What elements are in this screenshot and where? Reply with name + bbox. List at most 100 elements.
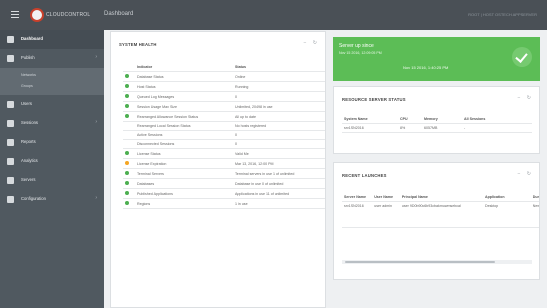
table-row: Disconnected Sessions 0 [123,139,325,149]
indicator-cell: Disconnected Sessions [135,139,233,149]
table-row: Published Applications Applications in us… [123,188,325,199]
recent-launches-panel: RECENT LAUNCHES − ↻ Server Name User Nam… [333,162,540,280]
status-cell: Terminal servers in use 1 of unlimited [233,168,325,179]
table-row: Session Usage Max Size Unlimited, 20498 i… [123,101,325,112]
table-row[interactable]: srv1SN2016 8% 6057MB - [342,123,532,133]
indicator-cell: Host Status [135,81,233,92]
publish-submenu: Networks Groups [0,68,104,95]
horizontal-scrollbar[interactable] [342,260,532,264]
table-body: Database Status Online Host Status Running Q… [123,71,325,209]
sidebar-item-reports[interactable]: Reports [0,133,104,152]
table-row: Regions 1 in use [123,198,325,209]
publish-icon [7,55,14,62]
collapse-icon[interactable]: − [303,40,306,46]
indicator-cell: Database Status [135,71,233,82]
status-cell: Applications in use 11 of unlimited [233,188,325,199]
table-row[interactable]: srv1SN2016 user admin user 9D0b90c6b93cb… [342,201,539,228]
brand-name: CLOUDCONTROL [46,12,91,18]
table-row: Queued Log Messages 0 [123,91,325,102]
column-header: Memory [422,115,462,124]
column-header: User Name [372,193,400,202]
indicator-cell: Regions [135,198,233,209]
status-dot [125,151,129,155]
refresh-icon[interactable]: ↻ [527,95,531,101]
status-dot [125,171,129,175]
top-bar: CLOUDCONTROL Dashboard ROOT | HOST OSTEC… [0,0,547,30]
sidebar-item-label: Servers [21,177,36,182]
status-dot [125,191,129,195]
sidebar-item-users[interactable]: Users [0,95,104,114]
status-cell: 0 [233,91,325,102]
status-dot [125,114,129,118]
status-cell: 1 in use [233,198,325,209]
sidebar-item-configuration[interactable]: Configuration › [0,190,104,209]
table-row: Host Status Running [123,81,325,92]
sidebar-subitem-networks[interactable]: Networks [0,70,104,81]
table-row: Rearranged Allowance Session Status All u… [123,111,325,122]
indicator-cell: Active Sessions [135,130,233,140]
panel-tools: − ↻ [298,40,317,46]
collapse-icon[interactable]: − [517,171,520,177]
column-header: Server Name [342,193,373,202]
status-cell: Database in use 0 of unlimited [233,178,325,189]
brand-logo[interactable]: CLOUDCONTROL [30,8,90,22]
table-header-row: System Name CPU Memory All Sessions [342,115,532,124]
scrollbar-thumb[interactable] [345,261,495,263]
indicator-cell: Databases [135,178,233,189]
server-up-current-time: Nov 15 2016, 1:40:25 PM [403,65,449,70]
analytics-icon [7,158,14,165]
indicator-cell: Published Applications [135,188,233,199]
status-cell: Running [233,81,325,92]
user-host-info[interactable]: ROOT | HOST OSTECH APPSERVER [468,12,537,17]
menu-icon[interactable] [11,11,19,19]
status-cell: 0 [233,130,325,140]
status-dot [125,74,129,78]
indicator-cell: Terminal Servers [135,168,233,179]
table-row: Rearranged Local Session Status No hosts … [123,121,325,131]
status-dot [125,84,129,88]
sidebar-item-label: Dashboard [21,36,43,41]
refresh-icon[interactable]: ↻ [313,40,317,46]
table-row: License Status Valid Me [123,148,325,159]
status-cell: Valid Me [233,148,325,159]
sidebar-item-servers[interactable]: Servers [0,171,104,190]
column-header: Status [233,63,325,72]
column-header: Duration [530,193,539,202]
panel-tools: − ↻ [512,95,531,101]
users-icon [7,101,14,108]
sidebar-item-label: Sessions [21,120,38,125]
column-header: System Name [342,115,398,124]
server-up-subtitle: Nov 15 2016, 12:09:05 PM [339,51,382,55]
panel-title: RESOURCE SERVER STATUS [342,97,406,102]
reports-icon [7,139,14,146]
sidebar-item-sessions[interactable]: Sessions › [0,114,104,133]
refresh-icon[interactable]: ↻ [527,171,531,177]
chevron-down-icon: › [95,54,97,60]
collapse-icon[interactable]: − [517,95,520,101]
status-dot [125,201,129,205]
indicator-cell: Session Usage Max Size [135,101,233,112]
indicator-cell: Queued Log Messages [135,91,233,102]
status-dot [125,161,129,165]
panel-tools: − ↻ [512,171,531,177]
indicator-cell: Rearranged Local Session Status [135,121,233,131]
dashboard-icon [7,36,14,43]
sidebar-item-label: Configuration [21,196,46,201]
system-health-panel: SYSTEM HEALTH − ↻ Indicator Status Datab… [110,31,326,308]
sidebar-item-analytics[interactable]: Analytics [0,152,104,171]
resource-status-table: System Name CPU Memory All Sessions srv1… [342,115,532,133]
panel-title: SYSTEM HEALTH [119,42,157,47]
status-cell: Mar 13, 2016, 12:00 PM [233,158,325,169]
status-cell: All up to date [233,111,325,122]
column-header: Principal Name [399,193,483,202]
sidebar-item-dashboard[interactable]: Dashboard [0,30,104,49]
status-dot [125,94,129,98]
table-row: License Expiration Mar 13, 2016, 12:00 PM [123,158,325,169]
recent-launches-table: Server Name User Name Principal Name App… [342,193,539,228]
column-header: CPU [398,115,422,124]
sidebar-subitem-groups[interactable]: Groups [0,81,104,92]
indicator-cell: Rearranged Allowance Session Status [135,111,233,122]
column-header: Indicator [135,63,233,72]
sidebar-item-publish[interactable]: Publish › [0,49,104,68]
table-header-row: Indicator Status [123,63,325,72]
